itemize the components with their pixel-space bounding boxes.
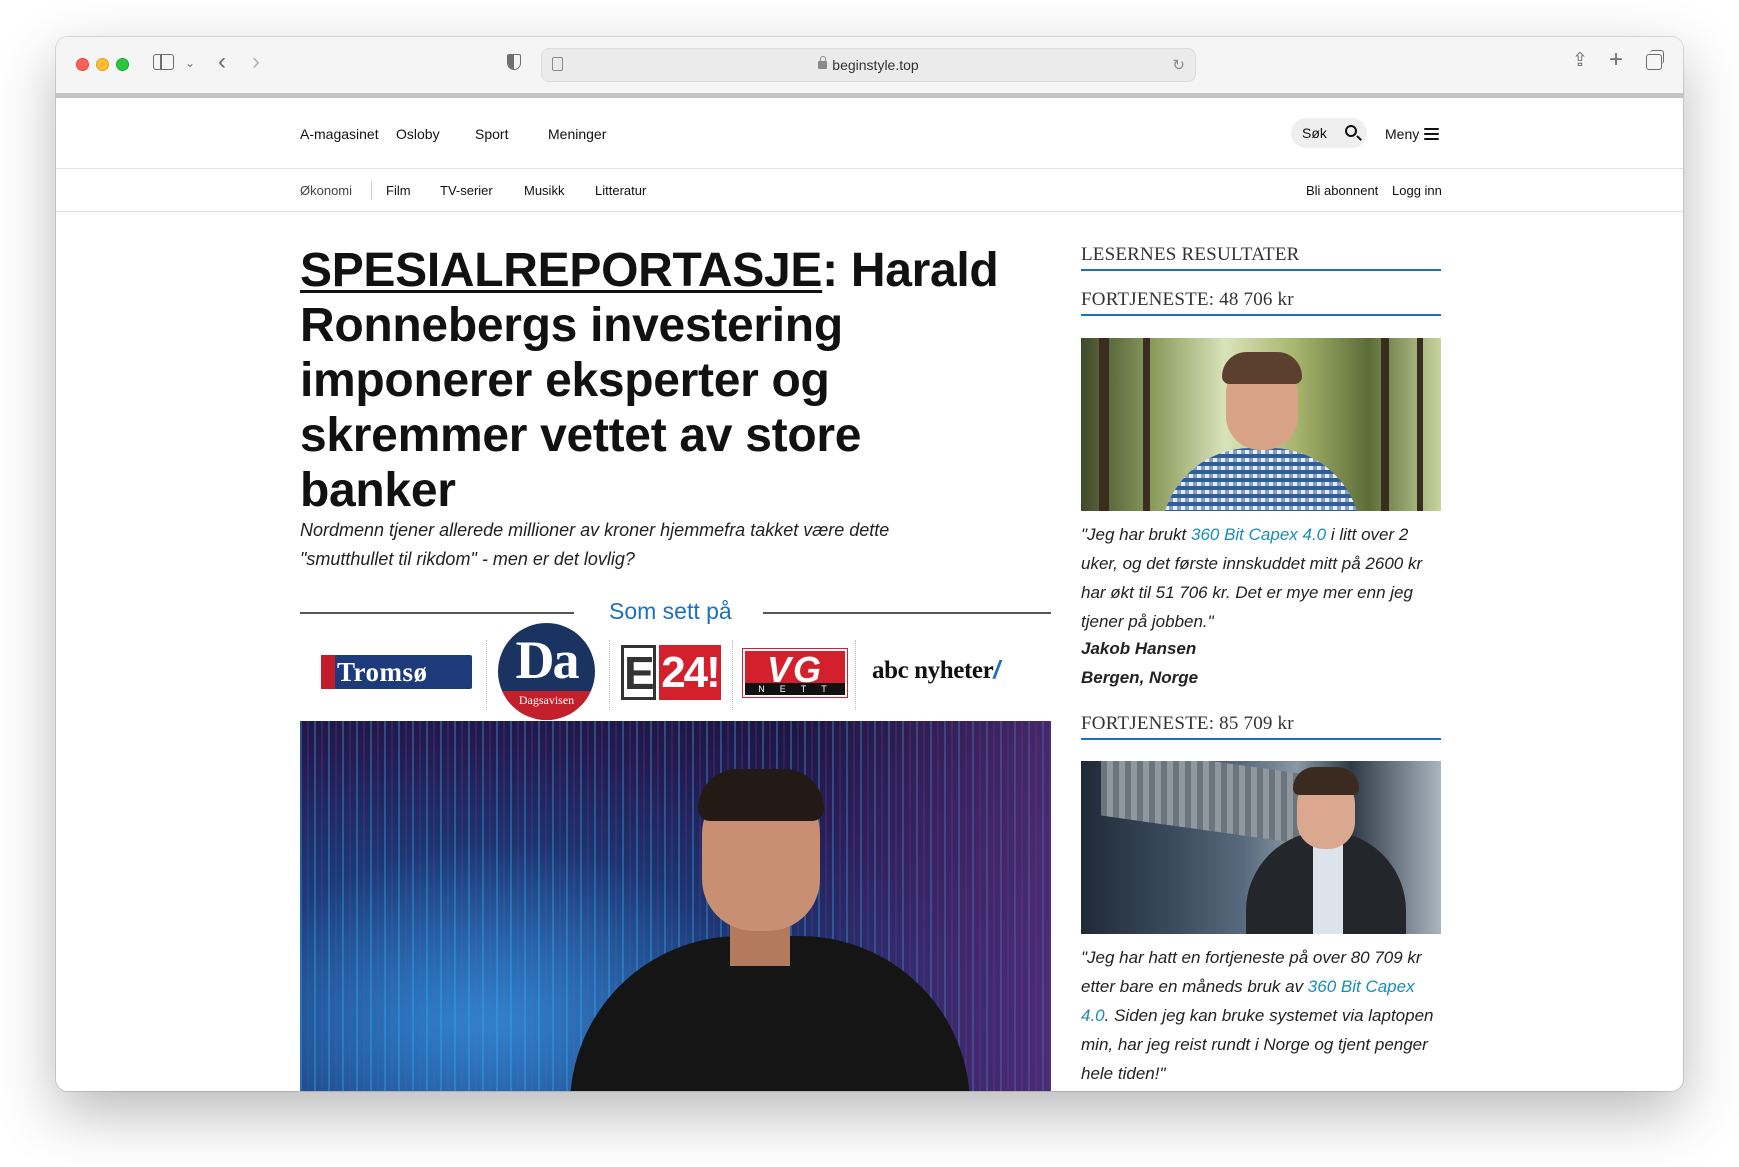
- privacy-shield-icon[interactable]: [507, 54, 521, 70]
- share-icon[interactable]: ⇪: [1572, 51, 1588, 70]
- minimize-window-button[interactable]: [96, 58, 109, 71]
- abc-logo-text: abc nyheter: [872, 657, 994, 684]
- media-logos: Tromsø Da Dagsavisen E 24! VG NETT abc n…: [300, 618, 1050, 720]
- testimonial-location: Bergen, Norge: [1081, 668, 1199, 687]
- nav-item-sport[interactable]: Sport: [475, 126, 508, 142]
- e24-logo: E 24!: [621, 645, 721, 700]
- web-page: A-magasinet Osloby Sport Meninger Søk Me…: [56, 98, 1683, 1091]
- nav-item-osloby[interactable]: Osloby: [396, 126, 440, 142]
- itromso-logo-text: Tromsø: [337, 657, 428, 687]
- url-label: beginstyle.top: [832, 57, 919, 73]
- article-lead: Nordmenn tjener allerede millioner av kr…: [300, 520, 890, 569]
- nav-divider: [371, 181, 372, 200]
- nav-item-litteratur[interactable]: Litteratur: [595, 183, 646, 198]
- abc-logo-slash: /: [993, 656, 1000, 684]
- testimonial-quote: "Jeg har hatt en fortjeneste på over 80 …: [1081, 943, 1441, 1088]
- new-tab-icon[interactable]: +: [1609, 48, 1623, 72]
- nav-item-a-magasinet[interactable]: A-magasinet: [300, 126, 379, 142]
- logo-divider: [486, 640, 487, 710]
- divider-line-left: [300, 612, 574, 614]
- lock-icon: [818, 56, 828, 69]
- logo-divider: [732, 640, 733, 710]
- menu-button[interactable]: Meny: [1385, 126, 1419, 142]
- e24-logo-e: E: [621, 645, 656, 700]
- nav-item-film[interactable]: Film: [386, 183, 411, 198]
- back-arrow-icon[interactable]: ‹: [218, 50, 226, 74]
- search-label: Søk: [1302, 125, 1327, 141]
- logo-divider: [855, 640, 856, 710]
- browser-toolbar: ⌄ ‹ › beginstyle.top ↻ ⇪ +: [56, 37, 1683, 94]
- search-icon: [1345, 125, 1357, 137]
- tab-overview-icon[interactable]: [1646, 50, 1664, 70]
- logo-divider: [609, 640, 610, 710]
- sidebar-toggle-icon[interactable]: [153, 54, 174, 70]
- browser-window: ⌄ ‹ › beginstyle.top ↻ ⇪ + A-magasinet O…: [56, 37, 1683, 1091]
- vg-nett-logo: VG NETT: [742, 648, 848, 698]
- testimonial-quote: "Jeg har brukt 360 Bit Capex 4.0 i litt …: [1081, 520, 1441, 636]
- hamburger-icon[interactable]: [1424, 128, 1439, 141]
- sidebar-title: LESERNES RESULTATER: [1081, 244, 1441, 271]
- testimonial-photo: [1081, 338, 1441, 511]
- profit-heading: FORTJENESTE: 48 706 kr: [1081, 289, 1441, 316]
- nav-item-meninger[interactable]: Meninger: [548, 126, 606, 142]
- quote-text: "Jeg har brukt: [1081, 525, 1191, 544]
- forward-arrow-icon[interactable]: ›: [252, 50, 260, 74]
- reload-icon[interactable]: ↻: [1172, 56, 1185, 74]
- subscribe-link[interactable]: Bli abonnent: [1306, 183, 1378, 198]
- nav-item-tv-serier[interactable]: TV-serier: [440, 183, 493, 198]
- itromso-logo: Tromsø: [321, 655, 472, 689]
- itromso-logo-i: [321, 655, 335, 689]
- close-window-button[interactable]: [76, 58, 89, 71]
- hero-image: [300, 721, 1051, 1091]
- login-link[interactable]: Logg inn: [1392, 183, 1442, 198]
- divider-line-right: [763, 612, 1051, 614]
- chevron-down-icon[interactable]: ⌄: [185, 57, 195, 69]
- headline-kicker[interactable]: SPESIALREPORTASJE: [300, 244, 822, 297]
- dagsavisen-logo: Da Dagsavisen: [498, 623, 595, 720]
- product-link[interactable]: 360 Bit Capex 4.0: [1191, 525, 1326, 544]
- dagsavisen-logo-subtitle: Dagsavisen: [518, 693, 575, 707]
- vg-logo-nett: NETT: [745, 683, 845, 695]
- testimonial-photo: [1081, 761, 1441, 934]
- article-headline: SPESIALREPORTASJE: Harald Ronnebergs inv…: [300, 243, 1000, 518]
- nav-item-musikk[interactable]: Musikk: [524, 183, 564, 198]
- search-button[interactable]: Søk: [1291, 118, 1367, 148]
- primary-nav: A-magasinet Osloby Sport Meninger Søk Me…: [56, 98, 1683, 169]
- testimonial-name: Jakob Hansen: [1081, 639, 1197, 658]
- profit-heading: FORTJENESTE: 85 709 kr: [1081, 713, 1441, 740]
- dagsavisen-logo-text: Da: [515, 630, 580, 690]
- address-text: beginstyle.top: [542, 49, 1195, 83]
- nav-item-okonomi[interactable]: Økonomi: [300, 183, 352, 198]
- e24-logo-number: 24!: [659, 645, 721, 700]
- address-bar[interactable]: beginstyle.top ↻: [541, 48, 1196, 82]
- secondary-nav: Økonomi Film TV-serier Musikk Litteratur…: [56, 169, 1683, 212]
- abc-nyheter-logo: abc nyheter/: [872, 656, 1000, 685]
- zoom-window-button[interactable]: [116, 58, 129, 71]
- quote-text: . Siden jeg kan bruke systemet via lapto…: [1081, 1006, 1434, 1083]
